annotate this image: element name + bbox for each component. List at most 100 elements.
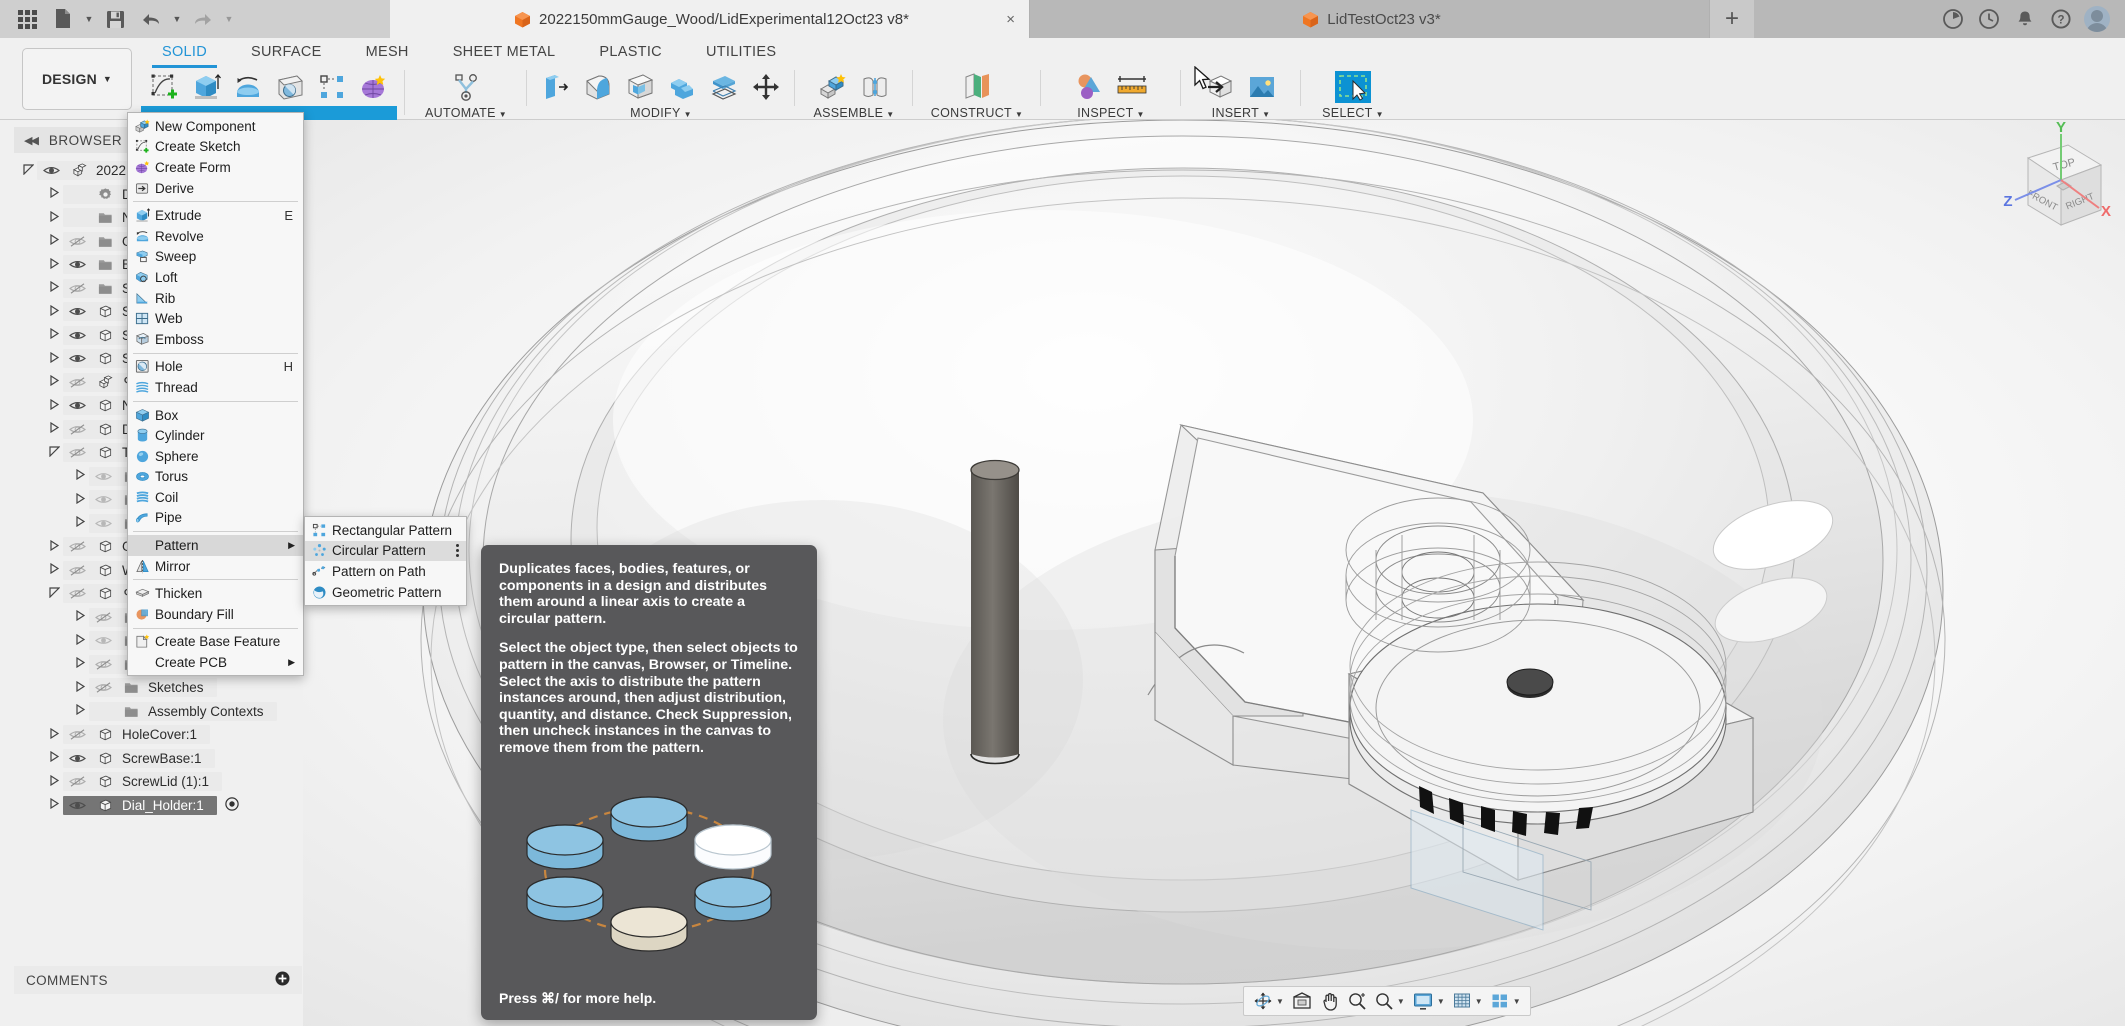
construct-plane-icon[interactable] [958, 69, 996, 105]
menu-item-sweep[interactable]: Sweep [128, 247, 303, 268]
menu-item-rib[interactable]: Rib [128, 288, 303, 309]
tree-row[interactable]: Sketches [0, 676, 303, 700]
chevron-down-icon[interactable]: ▼ [1397, 997, 1405, 1006]
menu-item-boundary-fill[interactable]: Boundary Fill [128, 604, 303, 625]
eye-hidden-icon[interactable] [66, 728, 88, 741]
document-tab-1-close-icon[interactable]: × [1006, 11, 1015, 28]
tree-row-content[interactable]: ScrewLid (1):1 [63, 772, 223, 792]
eye-hidden-icon[interactable] [92, 517, 114, 530]
panel-modify-label[interactable]: MODIFY ▼ [535, 106, 787, 120]
expand-arrow-right-icon[interactable] [46, 539, 63, 554]
save-icon[interactable] [98, 4, 132, 34]
chevron-down-icon[interactable]: ▼ [1513, 997, 1521, 1006]
eye-hidden-icon[interactable] [92, 470, 114, 483]
chevron-down-icon[interactable]: ▼ [1475, 997, 1483, 1006]
eye-hidden-icon[interactable] [66, 282, 88, 295]
zoom-icon[interactable] [1344, 988, 1370, 1014]
expand-arrow-right-icon[interactable] [46, 751, 63, 765]
document-tab-1[interactable]: 2022150mmGauge_Wood/LidExperimental12Oct… [390, 0, 1030, 38]
tab-sheet-metal[interactable]: SHEET METAL [431, 40, 578, 66]
display-settings-icon[interactable]: ▼ [1409, 988, 1448, 1014]
expand-arrow-right-icon[interactable] [46, 727, 63, 742]
eye-hidden-icon[interactable] [66, 540, 88, 553]
recent-icon[interactable] [1973, 3, 2005, 35]
more-options-icon[interactable] [456, 543, 459, 557]
submenu-item-geometric-pattern[interactable]: Geometric Pattern [305, 582, 466, 603]
menu-item-derive[interactable]: Derive [128, 178, 303, 199]
tree-row[interactable]: Assembly Contexts [0, 700, 303, 724]
panel-inspect-label[interactable]: INSPECT ▼ [1049, 106, 1173, 120]
expand-arrow-right-icon[interactable] [72, 610, 89, 624]
expand-arrow-right-icon[interactable] [46, 422, 63, 436]
expand-arrow-down-icon[interactable] [20, 164, 37, 178]
expand-arrow-right-icon[interactable] [46, 563, 63, 577]
new-file-icon[interactable] [46, 4, 80, 34]
eye-hidden-icon[interactable] [92, 634, 114, 647]
panel-construct-label[interactable]: CONSTRUCT ▼ [921, 106, 1033, 120]
tree-row[interactable]: HoleCover:1 [0, 723, 303, 747]
new-component-icon[interactable] [814, 69, 852, 105]
menu-item-web[interactable]: Web [128, 308, 303, 329]
interference-icon[interactable] [1071, 69, 1109, 105]
create-form-icon[interactable] [355, 69, 393, 105]
eye-hidden-icon[interactable] [92, 658, 114, 671]
pattern-submenu[interactable]: Rectangular Pattern Circular Pattern Patte… [304, 516, 467, 607]
expand-arrow-right-icon[interactable] [72, 492, 89, 507]
redo-icon[interactable] [186, 4, 220, 34]
expand-arrow-right-icon[interactable] [46, 257, 63, 272]
eye-hidden-icon[interactable] [92, 493, 114, 506]
tree-row-content[interactable]: Sketches [89, 678, 217, 698]
eye-visible-icon[interactable] [66, 752, 88, 765]
expand-arrow-right-icon[interactable] [46, 281, 63, 295]
active-component-icon[interactable] [225, 797, 239, 814]
expand-arrow-down-icon[interactable] [46, 446, 63, 460]
eye-visible-icon[interactable] [66, 329, 88, 342]
combine-icon[interactable] [663, 69, 701, 105]
select-window-icon[interactable] [1334, 69, 1372, 105]
fillet-icon[interactable] [579, 69, 617, 105]
tree-row-content[interactable]: Assembly Contexts [89, 701, 277, 721]
tree-row[interactable]: Dial_Holder:1 [0, 794, 303, 818]
eye-visible-icon[interactable] [66, 799, 88, 812]
workspace-switcher[interactable]: DESIGN ▼ [22, 48, 132, 110]
comments-bar[interactable]: COMMENTS [14, 966, 302, 994]
eye-hidden-icon[interactable] [66, 446, 88, 459]
expand-arrow-right-icon[interactable] [72, 657, 89, 671]
menu-item-extrude[interactable]: Extrude E [128, 205, 303, 226]
submenu-item-circular-pattern[interactable]: Circular Pattern [305, 540, 466, 562]
expand-arrow-right-icon[interactable] [46, 210, 63, 225]
redo-caret-icon[interactable]: ▼ [222, 4, 236, 34]
tab-solid[interactable]: SOLID [140, 40, 229, 68]
grid-apps-icon[interactable] [10, 4, 44, 34]
expand-arrow-right-icon[interactable] [46, 304, 63, 319]
new-tab-button[interactable]: + [1710, 0, 1754, 38]
joint-icon[interactable] [856, 69, 894, 105]
insert-derive-icon[interactable] [1201, 69, 1239, 105]
menu-item-loft[interactable]: Loft [128, 267, 303, 288]
submenu-item-pattern-on-path[interactable]: Pattern on Path [305, 561, 466, 582]
menu-item-pattern[interactable]: Pattern ▶ [128, 535, 303, 556]
eye-visible-icon[interactable] [66, 305, 88, 318]
expand-arrow-right-icon[interactable] [46, 375, 63, 389]
menu-item-emboss[interactable]: Emboss [128, 329, 303, 350]
shell-icon[interactable] [621, 69, 659, 105]
eye-hidden-icon[interactable] [66, 587, 88, 600]
expand-arrow-right-icon[interactable] [72, 680, 89, 695]
automate-icon[interactable] [447, 69, 485, 105]
expand-arrow-right-icon[interactable] [46, 234, 63, 248]
revolve-icon[interactable] [229, 69, 267, 105]
expand-arrow-right-icon[interactable] [46, 398, 63, 413]
expand-arrow-right-icon[interactable] [72, 633, 89, 648]
panel-insert-label[interactable]: INSERT ▼ [1189, 106, 1293, 120]
menu-item-cylinder[interactable]: Cylinder [128, 425, 303, 446]
viewports-icon[interactable]: ▼ [1487, 988, 1524, 1014]
fit-icon[interactable]: ▼ [1371, 988, 1408, 1014]
menu-item-torus[interactable]: Torus [128, 467, 303, 488]
menu-item-create-pcb[interactable]: Create PCB ▶ [128, 652, 303, 673]
chevron-down-icon[interactable]: ▼ [1276, 997, 1284, 1006]
expand-arrow-right-icon[interactable] [46, 774, 63, 789]
notifications-bell-icon[interactable] [2009, 3, 2041, 35]
eye-visible-icon[interactable] [66, 352, 88, 365]
expand-arrow-right-icon[interactable] [46, 328, 63, 342]
eye-hidden-icon[interactable] [66, 775, 88, 788]
